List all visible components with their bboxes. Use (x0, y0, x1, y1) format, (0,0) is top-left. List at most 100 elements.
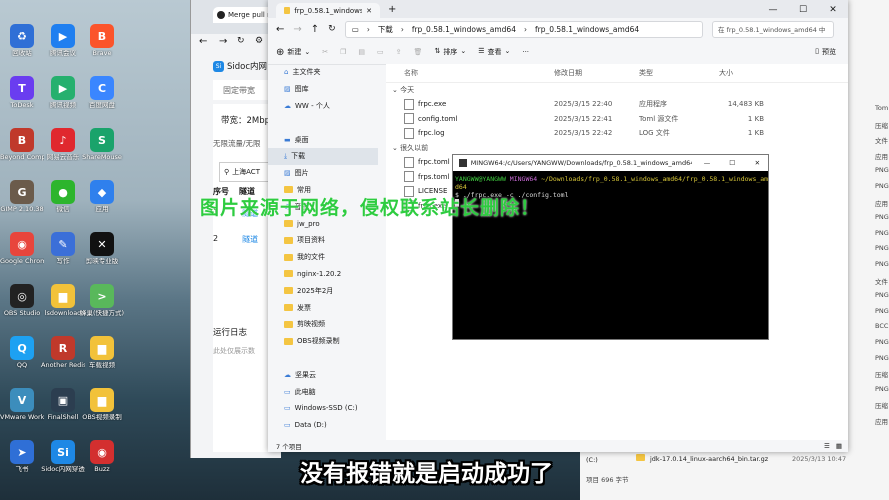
desktop-shortcut[interactable]: ◎ OBS Studio (0, 282, 44, 330)
desktop-shortcut[interactable]: V VMware Workstati... (0, 386, 44, 434)
maximize-icon[interactable]: ☐ (788, 5, 818, 15)
desktop-shortcut[interactable]: ♪ 网易云音乐 (41, 126, 85, 174)
sidebar-item[interactable]: ☁ 坚果云 (268, 366, 378, 383)
reload-icon[interactable]: ↻ (237, 36, 245, 46)
desktop-shortcut[interactable]: G GIMP 2.10.38 (0, 178, 44, 226)
copy-icon[interactable]: ❐ (340, 48, 346, 56)
sidebar-item[interactable]: ⤓ 下载 (268, 147, 378, 165)
view-button[interactable]: ☰ 查看 ⌄ (478, 47, 510, 57)
breadcrumb-item[interactable]: frp_0.58.1_windows_amd64 (412, 25, 516, 34)
file-row[interactable]: config.toml 2025/3/15 22:41 Toml 源文件 1 KB (386, 112, 848, 127)
forward-icon[interactable]: → (219, 36, 227, 47)
explorer-tab[interactable]: frp_0.58.1_windows_amd64 ✕ (276, 3, 380, 18)
site-info-icon[interactable]: ⚙ (255, 36, 263, 46)
desktop-shortcut-label: 蜂巢(快捷方式) (80, 310, 124, 317)
col-name[interactable]: 名称 (386, 68, 554, 78)
cut-icon[interactable]: ✂ (322, 48, 328, 56)
sidebar-item[interactable]: ▬ 桌面 (268, 131, 378, 148)
desktop-shortcut[interactable]: B Beyond Compare 5 (0, 126, 44, 174)
group-earlier[interactable]: ⌄ 很久以前 (386, 141, 848, 155)
desktop-shortcut[interactable]: ➤ 飞书 (0, 438, 44, 486)
col-date[interactable]: 修改日期 (554, 68, 639, 78)
desktop-shortcut-label: VMware Workstati... (0, 414, 44, 421)
desktop-shortcut[interactable]: S ShareMouse (80, 126, 124, 174)
type-cell: 应用 (875, 418, 888, 426)
close-icon[interactable]: ✕ (747, 159, 768, 167)
new-tab-icon[interactable]: + (388, 4, 396, 15)
desktop-shortcut[interactable]: ▶ 腾讯视频 (41, 74, 85, 122)
desktop-shortcut[interactable]: B Brave (80, 22, 124, 70)
desktop-shortcut[interactable]: > 蜂巢(快捷方式) (80, 282, 124, 330)
sidebar-item[interactable]: nginx-1.20.2 (268, 266, 378, 283)
tiles-view-icon[interactable]: ▦ (836, 442, 842, 450)
group-today[interactable]: ⌄ 今天 (386, 83, 848, 97)
desktop-shortcut[interactable]: ◉ Buzz (80, 438, 124, 486)
sidebar-item[interactable]: ▭ Data (D:) (268, 417, 378, 434)
sidebar-item[interactable]: ▭ 此电脑 (268, 383, 378, 400)
sidebar-item[interactable]: ▨ 图片 (268, 165, 378, 182)
breadcrumb-item[interactable]: 下载 (378, 24, 393, 35)
desktop-shortcut[interactable]: ♻ 回收站 (0, 22, 44, 70)
refresh-icon[interactable]: ↻ (328, 24, 336, 34)
desktop-shortcut[interactable]: Si Sidoc内网穿透 (41, 438, 85, 486)
app-icon: S (90, 128, 114, 152)
new-button[interactable]: ⊕ 新建 ⌄ (276, 47, 310, 58)
minimize-icon[interactable]: — (758, 5, 788, 15)
sidebar-item[interactable]: 我的文件 (268, 249, 378, 266)
close-tab-icon[interactable]: ✕ (366, 7, 372, 15)
desktop-shortcut[interactable]: ▆ lsdownload (41, 282, 85, 330)
sidebar-item[interactable]: 2025年2月 (268, 282, 378, 299)
desktop-shortcut[interactable]: ◆ 应用 (80, 178, 124, 226)
file-row[interactable]: frpc.exe 2025/3/15 22:40 应用程序 14,483 KB (386, 97, 848, 112)
file-row[interactable]: frpc.log 2025/3/15 22:42 LOG 文件 1 KB (386, 126, 848, 141)
sort-button[interactable]: ⇅ 排序 ⌄ (434, 47, 466, 57)
desktop-shortcut[interactable]: Q QQ (0, 334, 44, 382)
back-icon[interactable]: ← (199, 36, 207, 47)
desktop-shortcut[interactable]: ▣ FinalShell (41, 386, 85, 434)
desktop-shortcut[interactable]: ✎ 写作 (41, 230, 85, 278)
breadcrumb[interactable]: ▭ › 下载 › frp_0.58.1_windows_amd64 › frp_… (344, 20, 703, 38)
desktop-shortcut-label: OBS视频录制 (82, 414, 122, 421)
share-icon[interactable]: ⇪ (396, 48, 402, 56)
log-empty: 此处仅展示数 (213, 347, 255, 355)
col-size[interactable]: 大小 (719, 68, 764, 78)
delete-icon[interactable]: 🗑 (414, 48, 423, 56)
col-type[interactable]: 类型 (639, 68, 719, 78)
details-button[interactable]: ▯ 预览 (815, 47, 836, 57)
bg-status: 项目 696 字节 (586, 476, 629, 484)
up-icon[interactable]: ↑ (311, 24, 319, 35)
desktop-shortcut[interactable]: C 百度网盘 (80, 74, 124, 122)
breadcrumb-item[interactable]: frp_0.58.1_windows_amd64 (535, 25, 639, 34)
paste-icon[interactable]: ▤ (358, 48, 365, 56)
more-icon[interactable]: ··· (522, 48, 529, 56)
search-input[interactable]: 在 frp_0.58.1_windows_amd64 中 (712, 20, 834, 38)
prompt-env: MINGW64 (509, 175, 538, 183)
rename-icon[interactable]: ▭ (377, 48, 384, 56)
bandwidth-label: 带宽：2Mbp (221, 116, 271, 126)
maximize-icon[interactable]: ☐ (722, 159, 743, 167)
desktop-shortcut[interactable]: ▆ OBS视频录制 (80, 386, 124, 434)
sidebar-item[interactable]: ▭ Windows-SSD (C:) (268, 400, 378, 417)
desktop-shortcut[interactable]: ● 微信 (41, 178, 85, 226)
minimize-icon[interactable]: — (696, 159, 717, 167)
sidebar-item[interactable]: 发票 (268, 299, 378, 316)
desktop-shortcut[interactable]: T ToDesk (0, 74, 44, 122)
sidebar-item[interactable]: 项目资料 (268, 232, 378, 249)
sidebar-item[interactable]: ▨ 图库 (268, 81, 378, 98)
sidebar-item[interactable]: ☁ WW - 个人 (268, 98, 378, 115)
close-icon[interactable]: ✕ (818, 5, 848, 15)
details-view-icon[interactable]: ☰ (824, 442, 830, 450)
desktop-shortcut[interactable]: ✕ 剪映专业版 (80, 230, 124, 278)
forward-icon[interactable]: → (293, 24, 301, 35)
back-icon[interactable]: ← (276, 24, 284, 35)
desktop-shortcut[interactable]: ▶ 腾讯会议 (41, 22, 85, 70)
desktop-shortcut[interactable]: R Another Redis D... (41, 334, 85, 382)
sidebar-item[interactable]: OBS视频录制 (268, 333, 378, 350)
sidebar-item[interactable]: 剪映视频 (268, 316, 378, 333)
desktop-shortcut[interactable]: ▆ 车载视频 (80, 334, 124, 382)
item-count: 7 个项目 (276, 443, 302, 451)
desktop-shortcut[interactable]: ◉ Google Chrome (0, 230, 44, 278)
sidebar-item[interactable]: ⌂ 主文件夹 (268, 64, 378, 81)
bg-file-name[interactable]: jdk-17.0.14_linux-aarch64_bin.tar.gz (650, 455, 768, 463)
app-icon: ◉ (90, 440, 114, 464)
